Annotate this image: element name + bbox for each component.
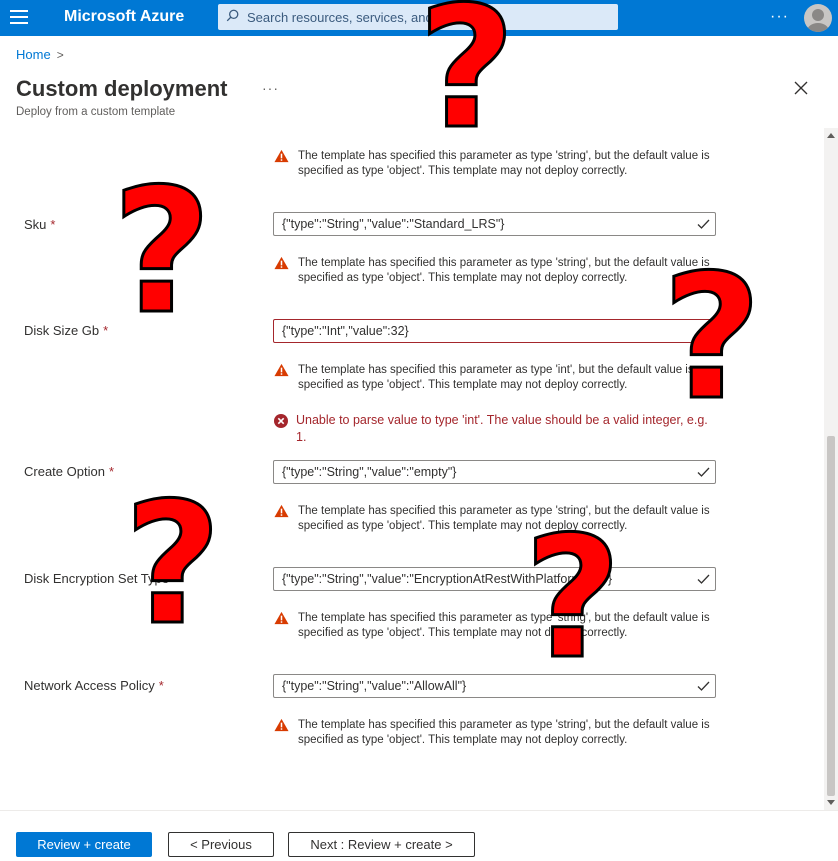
warning-text: The template has specified this paramete… [298,257,710,284]
search-icon [226,9,239,22]
page-title: Custom deployment [16,76,228,101]
header-more-icon[interactable]: ··· [262,80,279,96]
disk-size-label-text: Disk Size Gb [24,323,100,338]
warning-icon [274,718,289,732]
network-policy-label: Network Access Policy * [24,678,164,693]
disk-encryption-label: Disk Encryption Set Type * [24,571,178,586]
required-marker: * [173,571,179,586]
warning-icon [274,149,289,163]
create-option-input[interactable]: {"type":"String","value":"empty"} [273,460,716,484]
next-button[interactable]: Next : Review + create > [288,832,475,857]
create-option-label: Create Option * [24,464,114,479]
disk-encryption-input[interactable]: {"type":"String","value":"EncryptionAtRe… [273,567,716,591]
network-policy-value: {"type":"String","value":"AllowAll"} [282,679,467,693]
chevron-right-icon: > [56,48,64,62]
required-marker: * [108,464,114,479]
footer-bar: Review + create < Previous Next : Review… [0,810,838,861]
warning-text: The template has specified this paramete… [298,719,710,746]
check-icon [697,681,710,691]
required-marker: * [103,323,109,338]
menu-icon[interactable] [10,10,28,26]
previous-button[interactable]: < Previous [168,832,274,857]
network-policy-label-text: Network Access Policy [24,678,155,693]
search-placeholder: Search resources, services, and docs (G+… [247,10,498,25]
warning-text: The template has specified this paramete… [298,150,710,177]
breadcrumb: Home > [16,47,64,62]
more-options-icon[interactable]: ··· [770,8,789,26]
page-subtitle: Deploy from a custom template [16,106,176,118]
create-option-value: {"type":"String","value":"empty"} [282,465,457,479]
check-icon [697,574,710,584]
warning-icon [274,363,289,377]
required-marker: * [50,217,56,232]
warning-text: The template has specified this paramete… [298,505,710,532]
warning-text: The template has specified this paramete… [298,364,694,391]
question-mark-overlay: ? [122,466,222,662]
network-policy-input[interactable]: {"type":"String","value":"AllowAll"} [273,674,716,698]
user-icon [807,9,829,32]
disk-encryption-label-text: Disk Encryption Set Type [24,571,169,586]
create-option-label-text: Create Option [24,464,105,479]
check-icon [697,219,710,229]
disk-size-input[interactable]: {"type":"Int","value":32} [273,319,716,343]
close-icon[interactable] [793,80,809,96]
warning-icon [274,504,289,518]
sku-value: {"type":"String","value":"Standard_LRS"} [282,217,505,231]
scroll-down-icon[interactable] [827,798,835,806]
disk-size-value: {"type":"Int","value":32} [282,324,409,338]
disk-encryption-value: {"type":"String","value":"EncryptionAtRe… [282,572,613,586]
scroll-up-icon[interactable] [827,132,835,140]
sku-label-text: Sku [24,217,47,232]
scroll-thumb[interactable] [827,436,835,796]
brand-title[interactable]: Microsoft Azure [64,8,184,26]
error-text: Unable to parse value to type 'int'. The… [296,413,708,444]
warning-text: The template has specified this paramete… [298,612,710,639]
vertical-scrollbar[interactable] [824,128,838,810]
disk-size-label: Disk Size Gb * [24,323,108,338]
sku-input[interactable]: {"type":"String","value":"Standard_LRS"} [273,212,716,236]
sku-label: Sku * [24,217,55,232]
warning-icon [274,611,289,625]
breadcrumb-home[interactable]: Home [16,47,51,62]
search-input[interactable]: Search resources, services, and docs (G+… [218,4,618,30]
warning-icon [274,256,289,270]
error-icon [274,414,288,428]
review-create-button[interactable]: Review + create [16,832,152,857]
question-mark-overlay: ? [522,500,622,696]
avatar[interactable] [804,4,832,32]
question-mark-overlay: ? [111,151,214,352]
top-bar: Microsoft Azure Search resources, servic… [0,0,838,36]
check-icon [697,467,710,477]
required-marker: * [158,678,164,693]
